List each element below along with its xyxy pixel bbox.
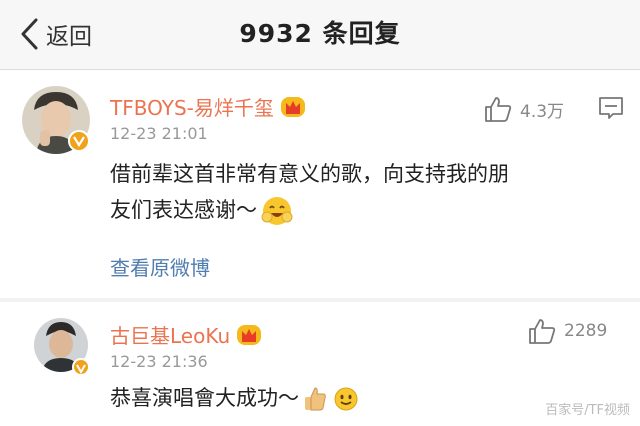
comment-time: 12-23 21:36	[110, 352, 208, 371]
crown-icon	[237, 324, 262, 345]
crown-icon	[280, 96, 305, 117]
comment-text-line1: 借前辈这首非常有意义的歌，向支持我的朋	[110, 162, 509, 186]
verified-badge	[72, 358, 90, 376]
comment-card-1: TFBOYS-易烊千玺 12-23 21:01 4.3万 借前辈这首非常有意义的…	[0, 70, 640, 298]
username[interactable]: TFBOYS-易烊千玺	[110, 92, 306, 121]
username-text: TFBOYS-易烊千玺	[110, 96, 274, 120]
happy-emoji-icon	[261, 197, 293, 225]
reply-button[interactable]	[598, 96, 624, 124]
watermark: 百家号/TF视频	[545, 403, 630, 418]
smile-emoji-icon	[334, 387, 358, 411]
like-count: 2289	[564, 321, 608, 341]
comment-text-line1: 恭喜演唱會大成功～	[110, 386, 299, 410]
comment-text: 借前辈这首非常有意义的歌，向支持我的朋 友们表达感谢～	[110, 156, 610, 228]
thumbs-up-icon	[529, 319, 556, 344]
like-button[interactable]: 2289	[528, 318, 607, 344]
comment-card-2: 古巨基LeoKu 12-23 21:36 2289 恭喜演唱會大成功～ 百家号/…	[0, 302, 640, 426]
username-text: 古巨基LeoKu	[110, 324, 231, 348]
comment-text-line2: 友们表达感谢～	[110, 198, 257, 222]
verified-badge	[68, 130, 90, 152]
comment-time: 12-23 21:01	[110, 124, 208, 143]
like-button[interactable]: 4.3万	[484, 96, 564, 122]
thumbs-up-icon	[485, 97, 512, 122]
like-count: 4.3万	[520, 101, 565, 122]
comment-text: 恭喜演唱會大成功～	[110, 380, 590, 416]
nav-header: 返回 9932 条回复	[0, 0, 640, 70]
comment-icon	[599, 97, 623, 119]
username[interactable]: 古巨基LeoKu	[110, 320, 262, 349]
thumbs-up-emoji-icon	[305, 387, 326, 411]
page-title: 9932 条回复	[239, 19, 401, 48]
view-original-link[interactable]: 查看原微博	[110, 252, 210, 281]
